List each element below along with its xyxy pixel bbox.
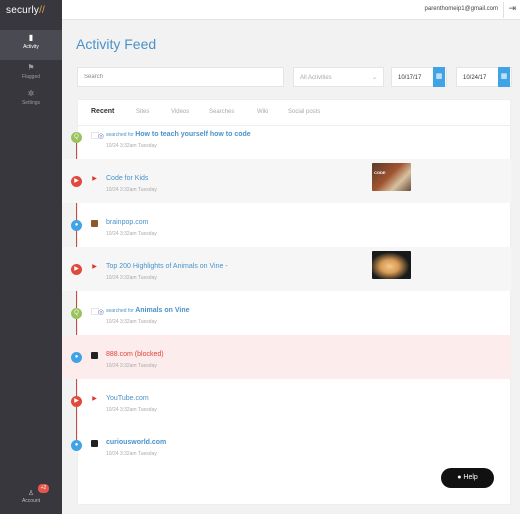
securly-logo[interactable]: securly// <box>6 5 56 16</box>
item-time: 10/24 3:32am Tuesday <box>106 319 157 325</box>
site-type-badge: ● <box>71 440 82 451</box>
date-from-value: 10/17/17 <box>398 75 422 81</box>
chevron-down-icon: ⌄ <box>371 75 377 81</box>
site-type-badge: ● <box>71 220 82 231</box>
list-item[interactable]: ▶ ▶ YouTube.com 10/24 3:32am Tuesday <box>62 379 511 423</box>
site-favicon <box>91 352 98 359</box>
list-item[interactable]: ● brainpop.com 10/24 3:32am Tuesday <box>62 203 511 247</box>
site-name: curiousworld.com <box>106 439 167 446</box>
gear-icon: ✲ <box>27 89 35 98</box>
item-time: 10/24 3:32am Tuesday <box>106 231 157 237</box>
item-title[interactable]: YouTube.com <box>106 395 149 402</box>
item-title[interactable]: Top 200 Highlights of Animals on Vine - <box>106 263 228 270</box>
thumbnail-text: CODE <box>374 170 386 175</box>
search-prefix: searched for <box>106 308 136 314</box>
site-type-badge: ● <box>71 352 82 363</box>
notification-badge: +2 <box>38 484 49 493</box>
item-time: 10/24 3:32am Tuesday <box>106 143 157 149</box>
search-prefix: searched for <box>106 132 136 138</box>
video-type-badge: ▶ <box>71 264 82 275</box>
search-icon: ◎ <box>91 132 104 140</box>
list-item[interactable]: ● 888.com (blocked) 10/24 3:32am Tuesday <box>62 335 511 379</box>
sidebar-item-label: Account <box>21 498 41 504</box>
sidebar-item-label: Activity <box>23 44 39 50</box>
item-title[interactable]: 888.com (blocked) <box>106 351 164 358</box>
item-title[interactable]: searched for How to teach yourself how t… <box>106 131 251 138</box>
list-item[interactable]: ▶ ▶ Code for Kids 10/24 3:32am Tuesday C… <box>62 159 511 203</box>
list-item[interactable]: ● curiousworld.com 10/24 3:32am Tuesday <box>62 423 511 467</box>
user-icon: ♙ <box>27 490 35 497</box>
sidebar-item-settings[interactable]: ✲ Settings <box>0 86 62 116</box>
divider <box>503 2 504 18</box>
item-title[interactable]: searched for Animals on Vine <box>106 307 190 314</box>
date-to-value: 10/24/17 <box>463 75 487 81</box>
video-type-badge: ▶ <box>71 396 82 407</box>
help-icon: ● <box>457 474 462 481</box>
sidebar-item-activity[interactable]: ▮ Activity <box>0 30 62 60</box>
item-time: 10/24 3:32am Tuesday <box>106 407 157 413</box>
site-favicon <box>91 440 98 447</box>
top-bar: parenthomeip1@gmail.com ⇥ <box>62 0 520 20</box>
user-email[interactable]: parenthomeip1@gmail.com <box>425 6 498 12</box>
item-time: 10/24 3:32am Tuesday <box>106 275 157 281</box>
youtube-icon: ▶ <box>92 176 97 182</box>
video-thumbnail[interactable]: CODE <box>372 163 411 191</box>
video-type-badge: ▶ <box>71 176 82 187</box>
search-icon: ◎ <box>91 308 104 316</box>
flag-icon: ⚑ <box>27 63 35 72</box>
search-type-badge: Q <box>71 132 82 143</box>
search-term: Animals on Vine <box>135 307 190 314</box>
video-thumbnail[interactable] <box>372 251 411 279</box>
sidebar-item-account[interactable]: ♙ Account +2 <box>0 484 62 512</box>
logout-icon[interactable]: ⇥ <box>508 3 516 14</box>
logo-text: securly <box>6 5 40 16</box>
item-title[interactable]: brainpop.com <box>106 219 148 226</box>
sidebar-item-label: Settings <box>21 100 41 106</box>
calendar-icon[interactable]: ▦ <box>433 67 445 87</box>
list-item[interactable]: ▶ ▶ Top 200 Highlights of Animals on Vin… <box>62 247 511 291</box>
activity-type-select[interactable]: All Activities ⌄ <box>293 67 384 87</box>
item-title[interactable]: curiousworld.com <box>106 439 166 446</box>
youtube-icon: ▶ <box>92 264 97 270</box>
search-term: How to teach yourself how to code <box>135 131 251 138</box>
item-time: 10/24 3:32am Tuesday <box>106 451 157 457</box>
search-type-badge: Q <box>71 308 82 319</box>
site-favicon <box>91 220 98 227</box>
list-item[interactable]: Q ◎ searched for Animals on Vine 10/24 3… <box>62 291 511 335</box>
sidebar: securly// ▮ Activity ⚑ Flagged ✲ Setting… <box>0 0 62 514</box>
help-label: Help <box>463 474 478 481</box>
logo-accent: // <box>39 5 46 16</box>
search-input[interactable] <box>77 67 284 87</box>
item-time: 10/24 3:32am Tuesday <box>106 187 157 193</box>
list-item[interactable]: Q ◎ searched for How to teach yourself h… <box>62 115 511 159</box>
activity-icon: ▮ <box>28 33 34 42</box>
item-title[interactable]: Code for Kids <box>106 175 148 182</box>
tab-recent[interactable]: Recent <box>91 108 114 115</box>
youtube-icon: ▶ <box>92 396 97 402</box>
page-title: Activity Feed <box>76 36 157 52</box>
help-button[interactable]: ● Help <box>441 468 494 488</box>
select-value: All Activities <box>300 75 332 81</box>
sidebar-item-label: Flagged <box>21 74 41 80</box>
item-time: 10/24 3:32am Tuesday <box>106 363 157 369</box>
calendar-icon[interactable]: ▦ <box>498 67 510 87</box>
